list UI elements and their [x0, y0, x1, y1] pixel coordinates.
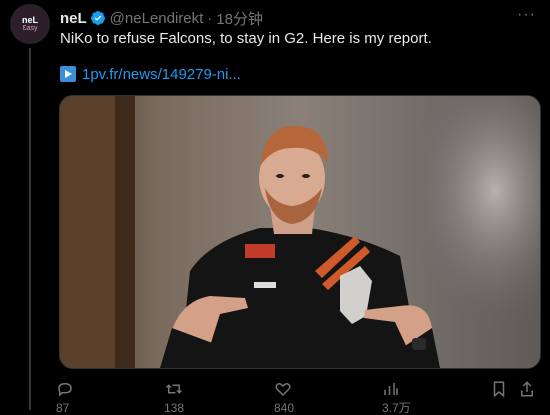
tweet-media-photo[interactable]	[59, 95, 541, 369]
heart-icon	[274, 380, 292, 398]
timestamp[interactable]: 18分钟	[216, 8, 263, 29]
share-action[interactable]	[519, 380, 535, 398]
tweet-actions: 87 138 840 3.7万	[56, 380, 535, 415]
tweet-header: neL @neLendirekt · 18分钟	[60, 8, 263, 28]
share-icon	[519, 380, 535, 398]
more-options-icon[interactable]: ···	[517, 6, 536, 24]
reply-icon	[56, 380, 74, 398]
retweet-count: 138	[164, 401, 185, 415]
avatar-subtext: Ɛasy	[22, 25, 38, 32]
reply-count: 87	[56, 401, 70, 415]
retweet-icon	[164, 380, 184, 398]
avatar[interactable]: neL Ɛasy	[10, 4, 50, 44]
bookmark-icon	[491, 380, 507, 398]
avatar-text: neL	[21, 15, 38, 25]
separator: ·	[207, 9, 213, 27]
thread-line	[29, 48, 31, 410]
views-count: 3.7万	[382, 401, 411, 415]
bookmark-action[interactable]	[491, 380, 507, 398]
tweet-link[interactable]: 1pv.fr/news/149279-ni...	[82, 66, 241, 83]
verified-icon	[90, 11, 105, 25]
tweet-text: NiKo to refuse Falcons, to stay in G2. H…	[60, 30, 432, 47]
link-row[interactable]: 1pv.fr/news/149279-ni...	[60, 64, 241, 84]
author-name[interactable]: neL	[60, 10, 87, 27]
like-count: 840	[274, 401, 295, 415]
play-button-icon	[60, 66, 76, 82]
author-handle[interactable]: @neLendirekt	[110, 10, 204, 27]
views-chart-icon	[382, 380, 400, 398]
player-photo	[60, 96, 540, 368]
